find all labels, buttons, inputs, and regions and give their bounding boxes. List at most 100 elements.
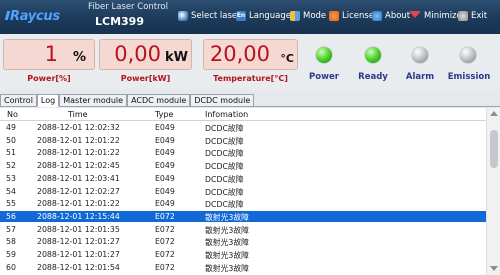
ready-indicator-light [365,47,381,63]
title-bar: Raycus Fiber Laser Control LCM399 Select… [0,0,500,34]
table-row[interactable]: 59 2088-12-01 12:01:27 E072 散射光3故障 [0,249,486,261]
table-row[interactable]: 51 2088-12-01 12:01:22 E049 DCDC故障 [0,147,486,159]
power-kw-label: Power[kW] [120,74,171,83]
tab-bar: Control Log Master module ACDC module DC… [0,94,500,107]
about-icon [372,11,382,21]
row-time-cell: 2088-12-01 12:01:27 [37,250,120,259]
power-kw-display: 0,00 kW [99,39,192,70]
menu-language[interactable]: En Language [236,9,291,23]
raycus-logo: Raycus [4,9,60,24]
row-type-cell: E049 [155,161,175,171]
row-time-cell: 2088-12-01 12:01:22 [37,199,120,209]
column-header-information[interactable]: Infomation [205,110,248,119]
log-table-header: No Time Type Infomation [0,108,500,121]
row-no-cell: 55 [6,199,16,209]
power-kw-unit: kW [165,50,188,65]
row-no-cell: 58 [6,237,16,247]
power-percent-label: Power[%] [27,74,71,83]
menu-mode[interactable]: Mode [290,9,326,23]
menu-exit-label: Exit [471,11,488,21]
menu-about-label: About [385,11,411,21]
row-info-cell: DCDC故障 [205,136,244,146]
row-no-cell: 51 [6,148,16,158]
row-info-cell: DCDC故障 [205,174,244,184]
table-row[interactable]: 56 2088-12-01 12:15:44 E072 散射光3故障 [0,210,486,223]
row-time-cell: 2088-12-01 12:01:27 [37,237,120,247]
app-title: Fiber Laser Control [88,2,168,12]
row-no-cell: 53 [6,173,16,183]
tab-control[interactable]: Control [0,94,37,106]
temperature-value: 20,00 [209,42,270,66]
row-type-cell: E049 [155,123,175,132]
row-info-cell: DCDC故障 [205,200,244,210]
vertical-scrollbar[interactable] [486,108,500,275]
row-no-cell: 57 [6,224,16,234]
tab-dcdc-module[interactable]: DCDC module [190,94,255,106]
menu-mode-label: Mode [303,11,327,21]
menu-about[interactable]: About [372,9,410,23]
row-type-cell: E049 [155,173,175,183]
menu-minimize-label: Minimize [424,11,462,21]
temperature-unit: °C [280,52,294,65]
row-time-cell: 2088-12-01 12:01:22 [37,135,120,145]
menu-select-laser[interactable]: Select laser [178,9,241,23]
menu-minimize[interactable]: Minimize [409,9,462,23]
column-header-type[interactable]: Type [155,110,173,119]
temperature-label: Temperature[°C] [213,74,288,83]
emission-indicator-light [460,47,476,63]
mode-icon [290,11,300,21]
power-indicator-label: Power [309,72,339,82]
row-time-cell: 2088-12-01 12:15:44 [37,211,120,221]
table-row[interactable]: 50 2088-12-01 12:01:22 E049 DCDC故障 [0,135,486,147]
power-indicator-light [316,47,332,63]
scroll-down-arrow-icon[interactable] [490,266,498,271]
row-type-cell: E072 [155,211,175,221]
laser-icon [178,11,188,21]
table-row[interactable]: 54 2088-12-01 12:02:27 E049 DCDC故障 [0,186,486,198]
license-icon [329,11,339,21]
table-row[interactable]: 58 2088-12-01 12:01:27 E072 散射光3故障 [0,236,486,248]
emission-indicator-label: Emission [447,72,491,82]
column-header-no[interactable]: No [7,110,18,119]
table-row[interactable]: 57 2088-12-01 12:01:35 E072 散射光3故障 [0,224,486,236]
tab-log[interactable]: Log [36,94,60,107]
tab-acdc-module[interactable]: ACDC module [127,94,191,106]
row-type-cell: E072 [155,237,175,247]
ready-indicator-label: Ready [358,72,388,82]
status-panel: 1 % Power[%] 0,00 kW Power[kW] 20,00 °C … [0,34,500,90]
row-info-cell: DCDC故障 [205,162,244,172]
menu-license[interactable]: License [329,9,374,23]
temperature-display: 20,00 °C [203,39,298,70]
row-no-cell: 59 [6,250,16,259]
row-info-cell: 散射光3故障 [205,225,249,235]
alarm-indicator-light [412,47,428,63]
app-model: LCM399 [95,15,144,28]
scrollbar-thumb[interactable] [490,130,498,168]
row-type-cell: E049 [155,186,175,196]
row-info-cell: DCDC故障 [205,187,244,197]
row-type-cell: E049 [155,199,175,209]
row-no-cell: 50 [6,135,16,145]
table-row[interactable]: 49 2088-12-01 12:02:32 E049 DCDC故障 [0,122,486,134]
row-time-cell: 2088-12-01 12:01:54 [37,262,120,272]
row-info-cell: 散射光3故障 [205,251,249,260]
tab-master-module[interactable]: Master module [59,94,128,106]
table-row[interactable]: 55 2088-12-01 12:01:22 E049 DCDC故障 [0,198,486,210]
column-header-time[interactable]: Time [68,110,88,119]
row-info-cell: 散射光3故障 [205,212,249,222]
table-row[interactable]: 53 2088-12-01 12:03:41 E049 DCDC故障 [0,173,486,185]
table-row[interactable]: 60 2088-12-01 12:01:54 E072 散射光3故障 [0,262,486,274]
menu-license-label: License [342,11,375,21]
scroll-up-arrow-icon[interactable] [490,111,498,116]
row-time-cell: 2088-12-01 12:01:22 [37,148,120,158]
row-type-cell: E072 [155,224,175,234]
row-time-cell: 2088-12-01 12:02:32 [37,123,120,132]
menu-exit[interactable]: Exit [458,9,487,23]
row-info-cell: 散射光3故障 [205,263,249,273]
power-percent-value: 1 [44,42,58,66]
row-type-cell: E049 [155,148,175,158]
exit-icon [458,11,468,21]
power-percent-display: 1 % [3,39,95,70]
table-row[interactable]: 52 2088-12-01 12:02:45 E049 DCDC故障 [0,160,486,172]
row-info-cell: DCDC故障 [205,124,244,133]
